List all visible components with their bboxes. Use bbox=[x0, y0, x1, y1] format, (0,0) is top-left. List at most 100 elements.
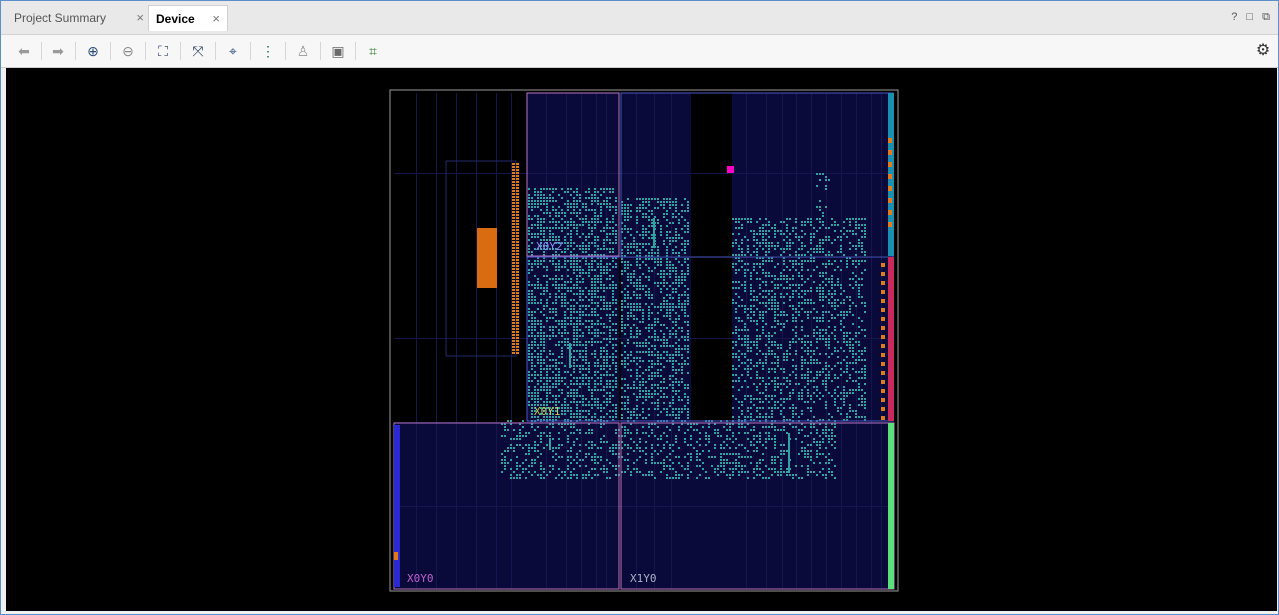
placed-cell bbox=[654, 345, 656, 347]
placed-cell bbox=[651, 393, 653, 395]
maximize-icon[interactable]: □ bbox=[1246, 11, 1253, 23]
placed-cell bbox=[864, 359, 866, 361]
zoom-out-icon[interactable]: ⊖ bbox=[118, 41, 138, 61]
io-pin bbox=[512, 181, 515, 183]
placed-cell bbox=[567, 221, 569, 223]
placed-cell bbox=[774, 332, 776, 334]
placed-cell bbox=[633, 237, 635, 239]
io-pin bbox=[512, 220, 515, 222]
zoom-fit-icon[interactable]: ⛶ bbox=[153, 41, 173, 61]
placed-cell bbox=[594, 251, 596, 253]
close-tab-project-summary-icon[interactable]: × bbox=[136, 5, 144, 31]
interconnect-icon[interactable]: ⌗ bbox=[363, 41, 383, 61]
placed-cell bbox=[576, 474, 578, 476]
io-pin bbox=[512, 211, 515, 213]
device-canvas[interactable]: X0Y2 X0Y1 X0Y0 X1Y0 bbox=[6, 68, 1277, 611]
placed-cell bbox=[732, 441, 734, 443]
forward-icon[interactable]: ➡ bbox=[48, 41, 68, 61]
io-pin bbox=[516, 241, 519, 243]
placed-cell bbox=[531, 299, 533, 301]
placed-cell bbox=[663, 303, 665, 305]
placed-cell bbox=[558, 356, 560, 358]
placed-cell bbox=[546, 383, 548, 385]
zoom-selected-icon[interactable]: ⤧ bbox=[188, 41, 208, 61]
placed-cell bbox=[774, 407, 776, 409]
placed-cell bbox=[756, 272, 758, 274]
placed-cell bbox=[714, 432, 716, 434]
tab-device[interactable]: Device × bbox=[148, 5, 228, 31]
restore-icon[interactable]: ⧉ bbox=[1262, 11, 1270, 24]
placed-cell bbox=[849, 347, 851, 349]
placed-cell bbox=[828, 278, 830, 280]
settings-gear-icon[interactable]: ⚙ bbox=[1253, 41, 1273, 61]
zoom-in-icon[interactable]: ⊕ bbox=[83, 41, 103, 61]
placed-cell bbox=[648, 390, 650, 392]
placed-cell bbox=[564, 266, 566, 268]
placed-cell bbox=[594, 278, 596, 280]
placed-cell bbox=[591, 441, 593, 443]
placed-cell bbox=[594, 194, 596, 196]
placed-cell bbox=[687, 468, 689, 470]
placement-icon[interactable]: ♙ bbox=[293, 41, 313, 61]
routing-resources-icon[interactable]: ⋮ bbox=[258, 41, 278, 61]
placed-cell bbox=[756, 221, 758, 223]
placed-cell bbox=[600, 368, 602, 370]
placed-cell bbox=[750, 275, 752, 277]
placed-cell bbox=[552, 426, 554, 428]
placed-cell bbox=[534, 401, 536, 403]
placed-cell bbox=[798, 429, 800, 431]
io-bank-marker bbox=[394, 552, 398, 560]
placed-cell bbox=[642, 432, 644, 434]
placed-cell bbox=[633, 336, 635, 338]
close-tab-device-icon[interactable]: × bbox=[212, 6, 220, 32]
placed-cell bbox=[570, 477, 572, 479]
placed-cell bbox=[600, 266, 602, 268]
placed-cell bbox=[549, 311, 551, 313]
placed-cell bbox=[678, 282, 680, 284]
placed-cell bbox=[738, 380, 740, 382]
placed-cell bbox=[765, 224, 767, 226]
placed-cell bbox=[534, 441, 536, 443]
placed-cell bbox=[573, 416, 575, 418]
placed-cell bbox=[666, 288, 668, 290]
placed-cell bbox=[570, 413, 572, 415]
placed-cell bbox=[666, 273, 668, 275]
placed-cell bbox=[816, 450, 818, 452]
placed-cell bbox=[834, 392, 836, 394]
placed-cell bbox=[606, 224, 608, 226]
placed-cell bbox=[858, 242, 860, 244]
io-pin bbox=[516, 226, 519, 228]
placed-cell bbox=[558, 332, 560, 334]
placed-cell bbox=[771, 350, 773, 352]
placed-cell bbox=[810, 242, 812, 244]
cell-icon[interactable]: ▣ bbox=[328, 41, 348, 61]
placed-cell bbox=[813, 227, 815, 229]
placed-cell bbox=[555, 263, 557, 265]
placed-cell bbox=[672, 468, 674, 470]
placed-cell bbox=[573, 287, 575, 289]
placed-cell bbox=[570, 218, 572, 220]
placed-cell bbox=[606, 380, 608, 382]
help-icon[interactable]: ? bbox=[1231, 11, 1237, 23]
placed-cell bbox=[540, 398, 542, 400]
io-pin bbox=[516, 286, 519, 288]
placed-cell bbox=[537, 302, 539, 304]
placed-cell bbox=[717, 468, 719, 470]
autofit-selection-icon[interactable]: ⌖ bbox=[223, 41, 243, 61]
placed-cell bbox=[570, 260, 572, 262]
placed-cell bbox=[705, 432, 707, 434]
placed-cell bbox=[651, 447, 653, 449]
placed-cell bbox=[561, 404, 563, 406]
device-view-svg[interactable]: X0Y2 X0Y1 X0Y0 X1Y0 bbox=[6, 68, 1277, 611]
placed-cell bbox=[621, 414, 623, 416]
placed-cell bbox=[534, 377, 536, 379]
tab-project-summary[interactable]: Project Summary × bbox=[7, 5, 151, 31]
back-icon[interactable]: ⬅ bbox=[14, 41, 34, 61]
placed-cell bbox=[651, 378, 653, 380]
placed-cell bbox=[672, 267, 674, 269]
placed-cell bbox=[582, 356, 584, 358]
placed-cell bbox=[573, 395, 575, 397]
placed-cell bbox=[600, 269, 602, 271]
placed-cell bbox=[627, 459, 629, 461]
placed-cell bbox=[660, 387, 662, 389]
